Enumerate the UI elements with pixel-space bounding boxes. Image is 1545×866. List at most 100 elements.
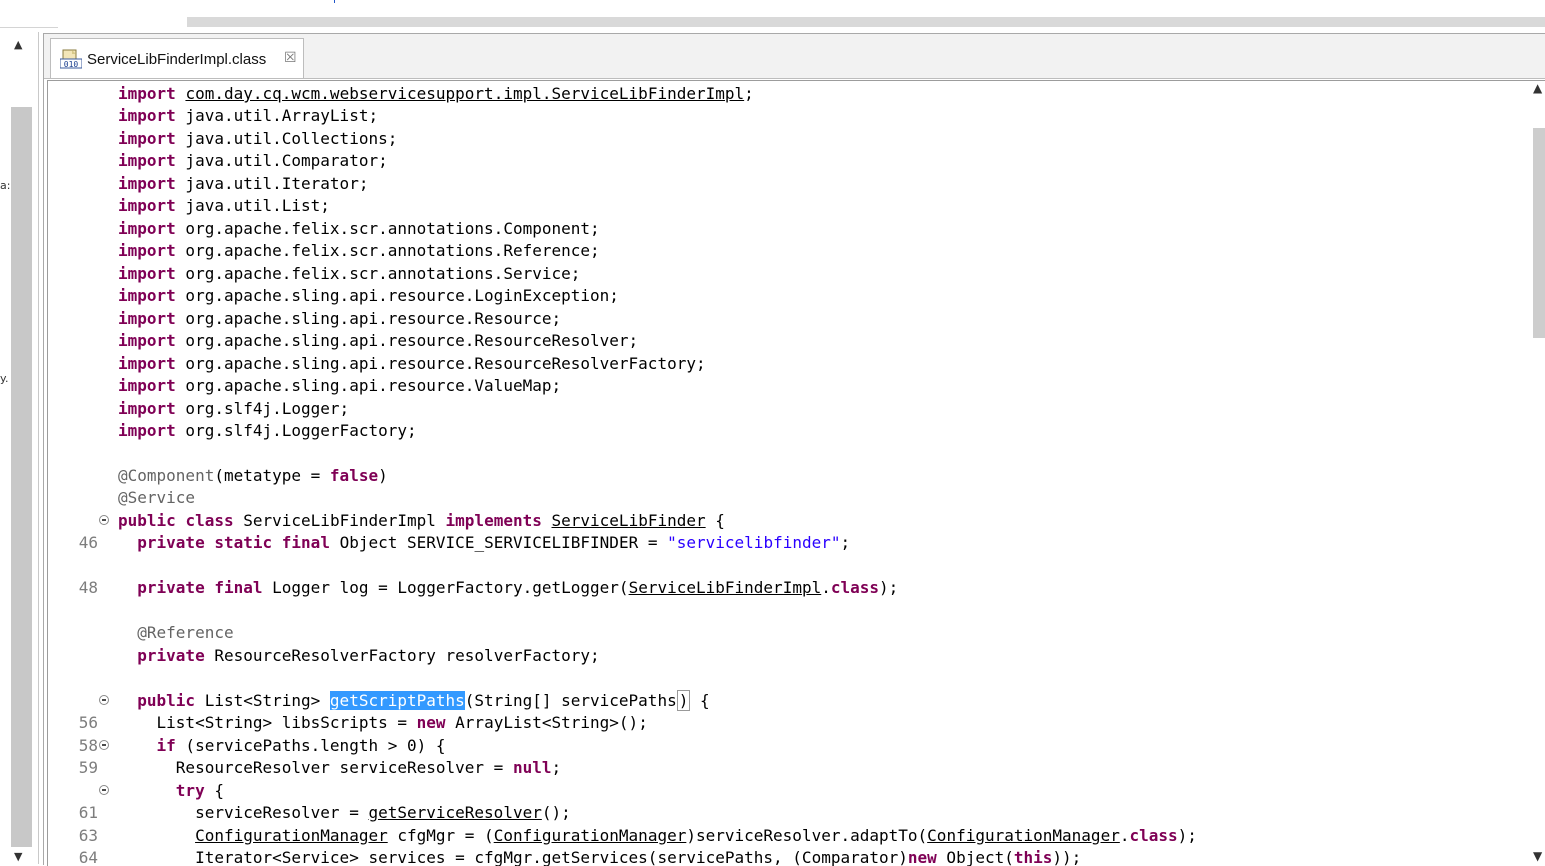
- code-line[interactable]: import org.apache.sling.api.resource.Log…: [48, 285, 1530, 307]
- code-line[interactable]: import java.util.List;: [48, 195, 1530, 217]
- line-number: 64: [78, 847, 98, 866]
- left-panel-scroll-track[interactable]: [11, 107, 32, 847]
- code-text: import org.apache.felix.scr.annotations.…: [118, 218, 600, 240]
- code-keyword: import: [118, 376, 176, 396]
- code-token: com.day.cq.wcm.webservicesupport.impl.Se…: [185, 84, 745, 103]
- code-line[interactable]: import java.util.Iterator;: [48, 173, 1530, 195]
- fold-toggle-icon[interactable]: [99, 694, 109, 705]
- code-token: ): [378, 465, 388, 485]
- code-line[interactable]: [48, 667, 1530, 689]
- code-line[interactable]: import org.apache.sling.api.resource.Res…: [48, 308, 1530, 330]
- code-text: import org.apache.sling.api.resource.Res…: [118, 330, 638, 352]
- fold-toggle-icon[interactable]: [99, 514, 109, 525]
- code-token: org.apache.felix.scr.annotations.Referen…: [175, 241, 600, 261]
- code-line[interactable]: import org.apache.sling.api.resource.Val…: [48, 375, 1530, 397]
- code-text: import org.apache.sling.api.resource.Res…: [118, 308, 561, 330]
- code-line[interactable]: 63 ConfigurationManager cfgMgr = (Config…: [48, 825, 1530, 847]
- code-area[interactable]: import com.day.cq.wcm.webservicesupport.…: [47, 80, 1545, 866]
- line-number: 63: [78, 825, 98, 845]
- code-lines[interactable]: import com.day.cq.wcm.webservicesupport.…: [48, 81, 1530, 866]
- code-line[interactable]: @Reference: [48, 622, 1530, 644]
- scroll-up-arrow-icon[interactable]: ▲: [14, 38, 22, 51]
- code-text: import java.util.List;: [118, 195, 330, 217]
- code-token: ;: [551, 758, 562, 778]
- scroll-up-arrow-icon[interactable]: ▲: [1533, 81, 1542, 95]
- code-line[interactable]: import org.slf4j.Logger;: [48, 398, 1530, 420]
- code-line[interactable]: import org.slf4j.LoggerFactory;: [48, 420, 1530, 442]
- code-keyword: import: [118, 286, 176, 306]
- code-line[interactable]: public class ServiceLibFinderImpl implem…: [48, 510, 1530, 532]
- close-icon[interactable]: ☒: [284, 51, 297, 65]
- code-token: org.apache.sling.api.resource.ValueMap;: [175, 376, 562, 396]
- left-panel-text-fragment: y.: [0, 372, 9, 385]
- code-text: import java.util.Collections;: [118, 128, 397, 150]
- code-keyword: class: [830, 578, 880, 598]
- code-line[interactable]: public List<String> getScriptPaths(Strin…: [48, 689, 1530, 712]
- scroll-thumb[interactable]: [1533, 128, 1545, 338]
- code-token: org.slf4j.LoggerFactory;: [175, 421, 417, 441]
- scroll-down-arrow-icon[interactable]: ▼: [14, 850, 22, 863]
- code-line[interactable]: private ResourceResolverFactory resolver…: [48, 645, 1530, 667]
- toolbar-separator-bar: [187, 17, 1545, 27]
- code-line[interactable]: import java.util.Comparator;: [48, 150, 1530, 172]
- editor-tab[interactable]: 010 ServiceLibFinderImpl.class ☒: [50, 38, 304, 78]
- code-line[interactable]: import org.apache.sling.api.resource.Res…: [48, 353, 1530, 375]
- code-text: import org.slf4j.LoggerFactory;: [118, 420, 417, 442]
- code-line[interactable]: import org.apache.sling.api.resource.Res…: [48, 330, 1530, 352]
- code-line[interactable]: import org.apache.felix.scr.annotations.…: [48, 263, 1530, 285]
- code-annotation: @Reference: [137, 623, 234, 643]
- code-line[interactable]: @Service: [48, 487, 1530, 509]
- code-keyword: import: [118, 241, 176, 261]
- code-line[interactable]: 59 ResourceResolver serviceResolver = nu…: [48, 757, 1530, 779]
- code-line[interactable]: 61 serviceResolver = getServiceResolver(…: [48, 802, 1530, 824]
- code-token: List<String> libsScripts =: [118, 713, 417, 733]
- code-token: );: [1177, 825, 1197, 845]
- line-number: 59: [78, 758, 98, 778]
- class-file-icon: 010: [60, 49, 82, 69]
- code-token: ServiceLibFinderImpl: [233, 510, 446, 530]
- fold-toggle-icon[interactable]: [99, 739, 109, 750]
- code-line[interactable]: import org.apache.felix.scr.annotations.…: [48, 240, 1530, 262]
- code-line[interactable]: 48 private final Logger log = LoggerFact…: [48, 577, 1530, 599]
- code-line[interactable]: 46 private static final Object SERVICE_S…: [48, 532, 1530, 554]
- line-number: 46: [78, 533, 98, 553]
- code-keyword: if: [156, 735, 176, 755]
- code-line[interactable]: import com.day.cq.wcm.webservicesupport.…: [48, 83, 1530, 105]
- code-token: )serviceResolver.adaptTo(: [686, 825, 928, 845]
- left-side-panel: ▲ a: y. ▼: [0, 32, 39, 864]
- code-keyword: null: [512, 758, 552, 778]
- code-line[interactable]: @Component(metatype = false): [48, 465, 1530, 487]
- code-token: Object(: [936, 847, 1014, 866]
- code-token: java.util.ArrayList;: [175, 106, 379, 126]
- line-number: 48: [78, 578, 98, 598]
- code-keyword: final: [281, 533, 330, 553]
- code-text: List<String> libsScripts = new ArrayList…: [118, 712, 648, 734]
- code-line[interactable]: 56 List<String> libsScripts = new ArrayL…: [48, 712, 1530, 734]
- code-text: Iterator<Service> services = cfgMgr.getS…: [118, 847, 1081, 866]
- vertical-scrollbar[interactable]: ▲ ▼: [1530, 81, 1545, 866]
- code-keyword: false: [329, 465, 379, 485]
- code-keyword: public: [118, 510, 176, 530]
- code-keyword: import: [118, 218, 176, 238]
- code-line[interactable]: [48, 555, 1530, 577]
- code-line[interactable]: import java.util.ArrayList;: [48, 105, 1530, 127]
- code-text: private static final Object SERVICE_SERV…: [118, 532, 850, 554]
- code-keyword: import: [118, 263, 176, 283]
- editor-tab-bar: 010 ServiceLibFinderImpl.class ☒: [44, 34, 1545, 79]
- code-keyword: import: [118, 173, 176, 193]
- scroll-down-arrow-icon[interactable]: ▼: [1533, 849, 1542, 863]
- code-token: ): [676, 689, 691, 711]
- code-line[interactable]: try {: [48, 780, 1530, 802]
- code-line[interactable]: 58 if (servicePaths.length > 0) {: [48, 735, 1530, 757]
- fold-toggle-icon[interactable]: [99, 784, 109, 795]
- code-line[interactable]: import java.util.Collections;: [48, 128, 1530, 150]
- code-text: public List<String> getScriptPaths(Strin…: [118, 689, 710, 712]
- code-line[interactable]: [48, 600, 1530, 622]
- code-line[interactable]: [48, 443, 1530, 465]
- code-line[interactable]: import org.apache.felix.scr.annotations.…: [48, 218, 1530, 240]
- code-text: import java.util.ArrayList;: [118, 105, 378, 127]
- code-line[interactable]: 64 Iterator<Service> services = cfgMgr.g…: [48, 847, 1530, 866]
